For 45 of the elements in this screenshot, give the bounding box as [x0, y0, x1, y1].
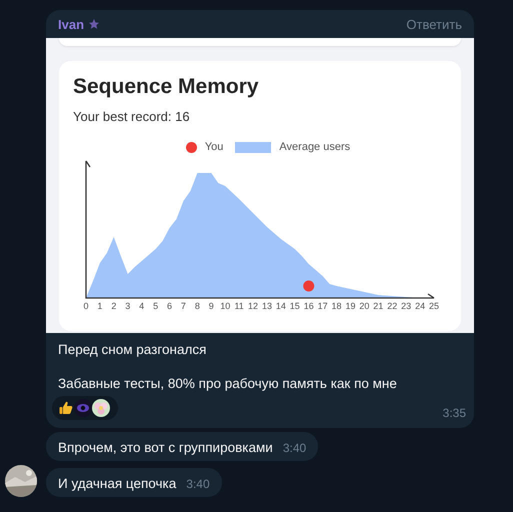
message-time: 3:40: [186, 477, 210, 491]
axis-tick-label: 8: [194, 301, 200, 311]
axis-tick-label: 6: [167, 301, 172, 311]
axis-tick-label: 3: [125, 301, 130, 311]
axis-tick-label: 21: [373, 301, 384, 311]
best-record-text: Your best record: 16: [73, 109, 191, 124]
message-time: 3:40: [282, 441, 306, 455]
star-icon: [88, 18, 100, 30]
axis-tick-label: 22: [387, 301, 398, 311]
axis-tick-label: 4: [139, 301, 144, 311]
axis-tick-label: 7: [180, 301, 186, 311]
legend-label: Average users: [279, 141, 350, 153]
axis-tick-label: 17: [318, 301, 328, 311]
legend-label: You: [204, 141, 224, 153]
axis-tick-label: 10: [220, 301, 230, 311]
message-text: Впрочем, это вот с группировками: [58, 440, 273, 455]
axis-tick-label: 1: [97, 301, 102, 311]
message-time: 3:35: [442, 406, 466, 420]
axis-tick-label: 14: [276, 301, 286, 311]
axis-tick-label: 11: [234, 301, 244, 311]
reaction-pill[interactable]: [52, 396, 118, 420]
axis-tick-label: 9: [208, 301, 214, 311]
thumbs-up-icon: [58, 400, 74, 416]
card-title: Sequence Memory: [73, 75, 260, 99]
you-marker: [303, 280, 314, 292]
axis-tick-label: 5: [153, 301, 158, 311]
axis-tick-label: 25: [429, 301, 439, 311]
axis-tick-label: 18: [332, 301, 342, 311]
eye-avatar-icon: [74, 399, 92, 417]
message-text: Забавные тесты, 80% про рабочую память как по мне: [58, 375, 398, 392]
axis-tick-label: 24: [415, 301, 426, 311]
reply-link[interactable]: Ответить: [406, 16, 462, 32]
axis-tick-label: 23: [401, 301, 412, 311]
axis-tick-label: 19: [345, 301, 356, 311]
axis-tick-label: 2: [111, 301, 116, 311]
sender-name[interactable]: Ivan: [58, 16, 84, 32]
message-text: И удачная цепочка: [58, 476, 176, 491]
message-text: Перед сном разгонался: [58, 341, 208, 358]
axis-tick-label: 16: [304, 301, 314, 311]
axis-tick-label: 0: [84, 301, 88, 311]
axis-tick-label: 13: [262, 301, 272, 311]
axis-tick-label: 12: [248, 301, 258, 311]
axis-tick-label: 15: [290, 301, 300, 311]
flower-avatar-icon: [92, 399, 110, 417]
axis-tick-label: 20: [359, 301, 370, 311]
